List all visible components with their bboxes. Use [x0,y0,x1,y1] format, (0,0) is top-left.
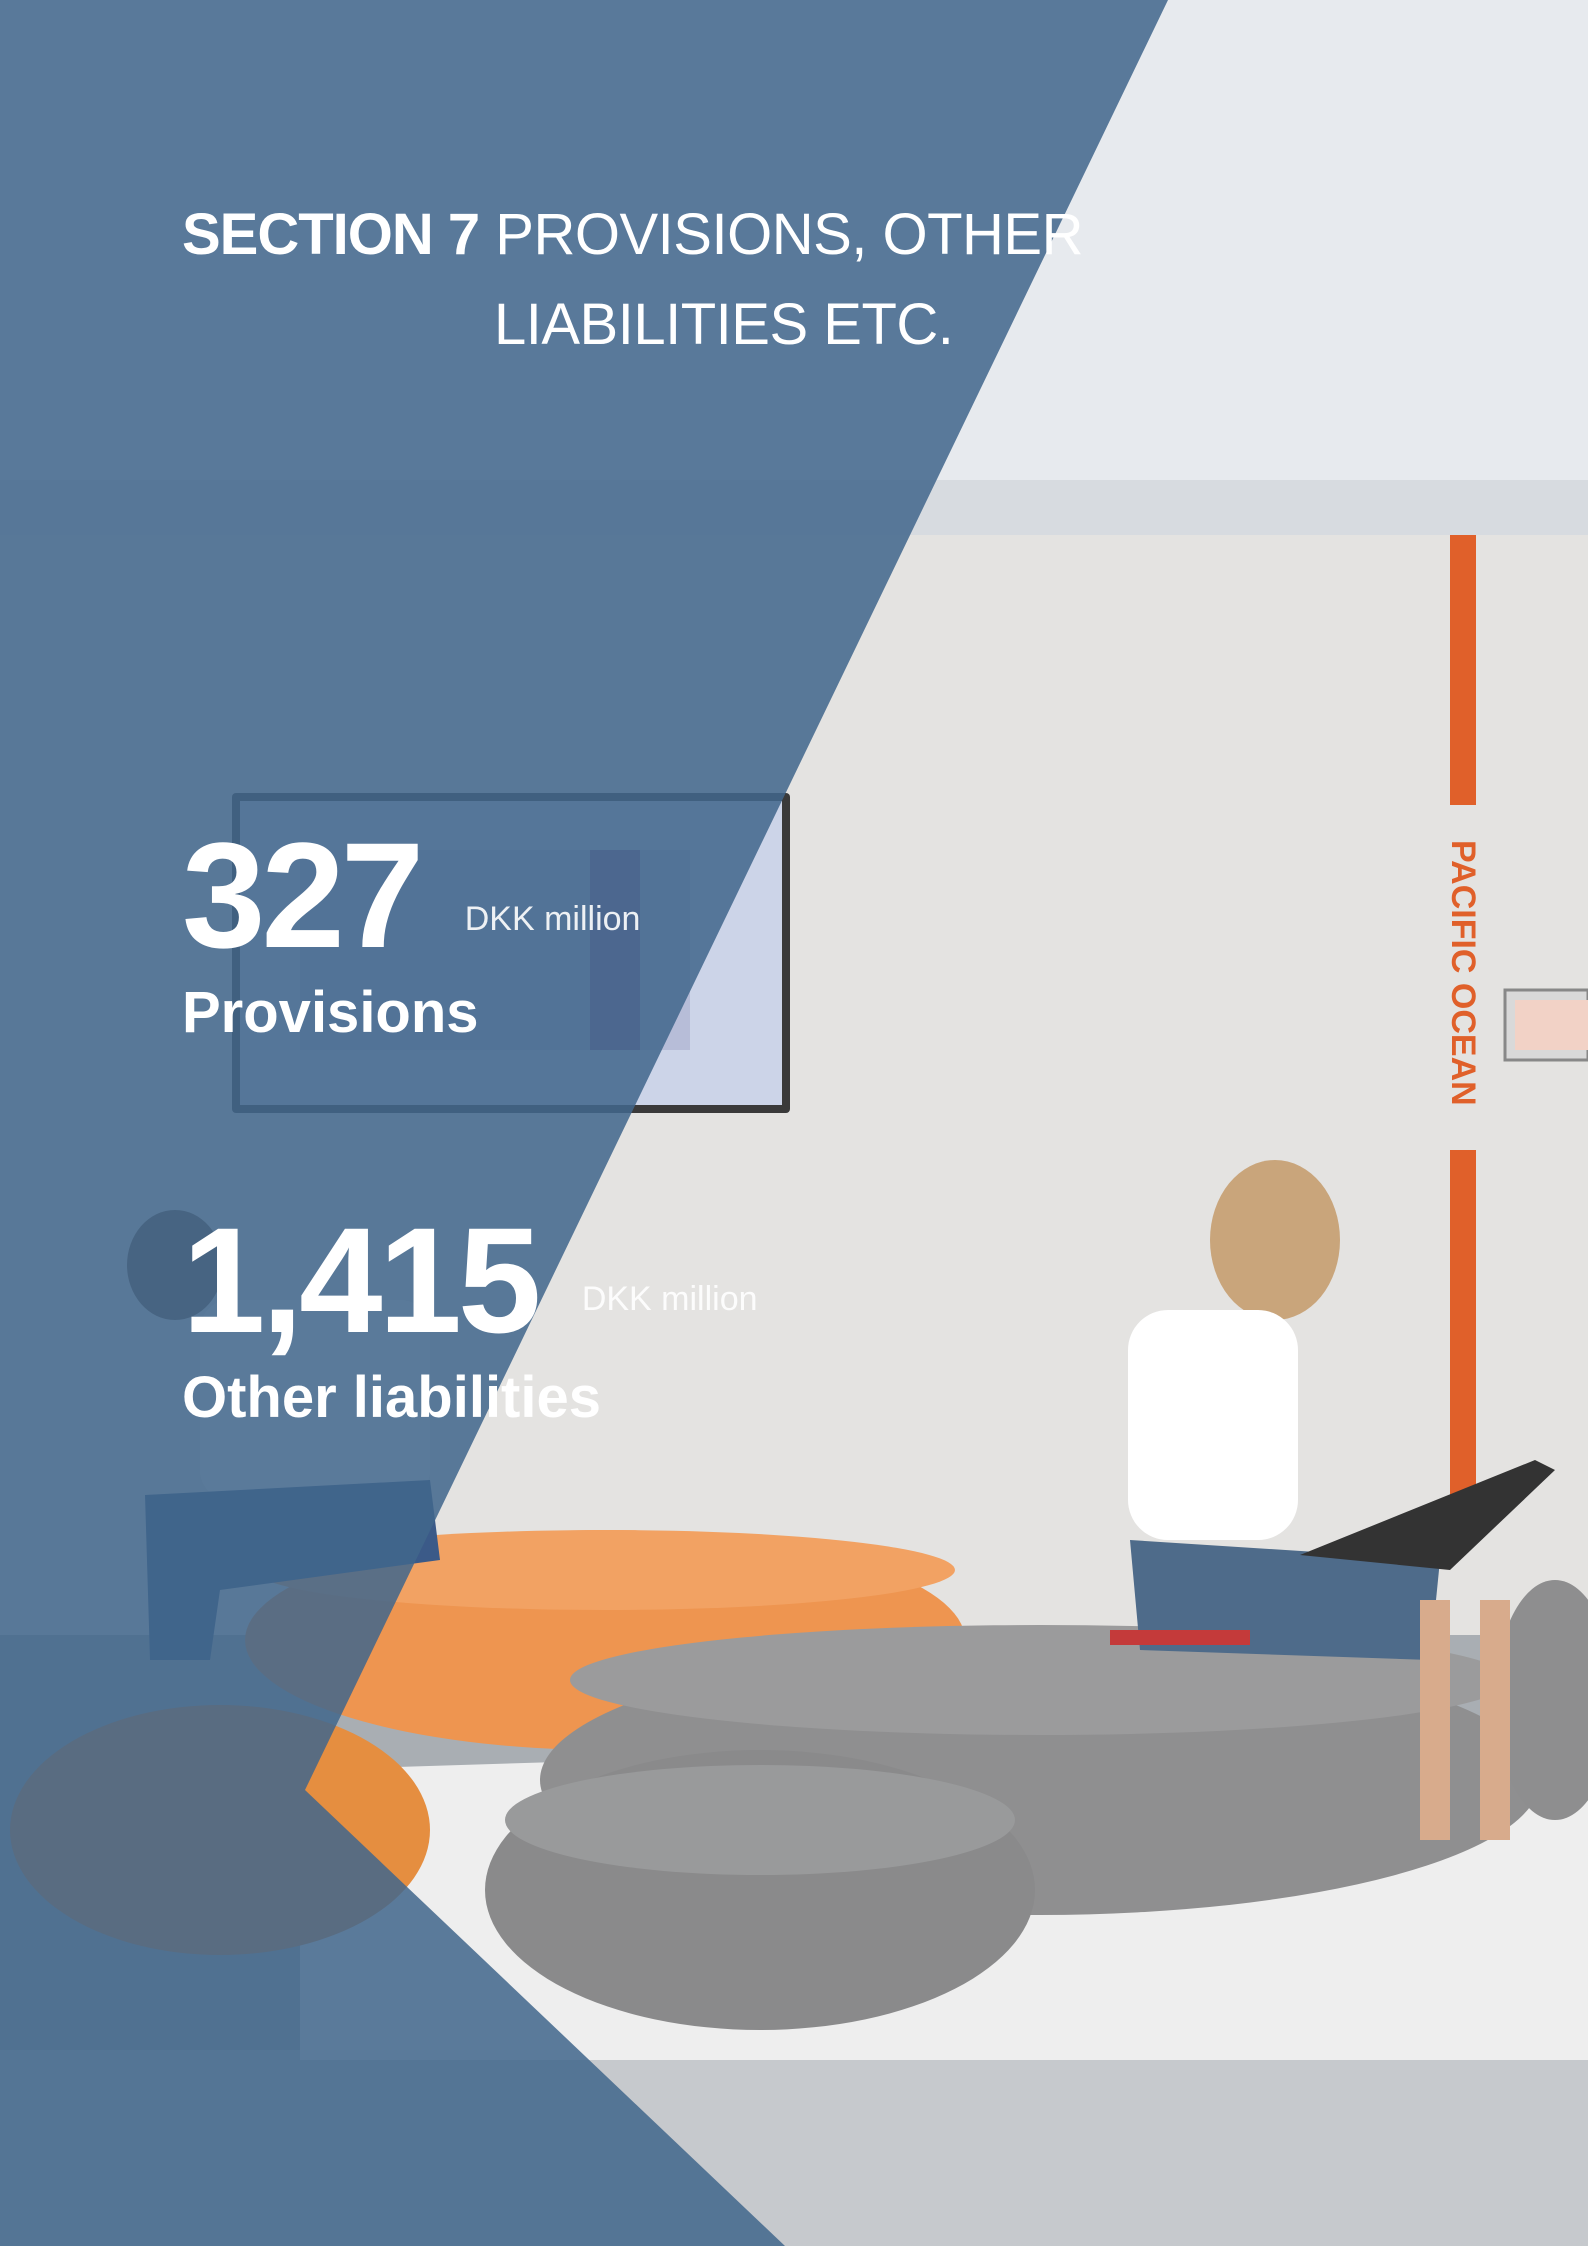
orange-stripe-top [1450,535,1476,805]
kpi-unit: DKK million [464,900,641,938]
kpi-provisions: 327 DKK million Provisions [182,820,640,1048]
kpi-label: Other liabilities [182,1365,601,1430]
kpi-value: 1,415 [182,1196,541,1364]
kpi-label: Provisions [182,980,479,1045]
wall-sign-text: PACIFIC OCEAN [1444,840,1482,1106]
kpi-unit: DKK million [581,1280,758,1318]
kpi-other-liabilities: 1,415 DKK million Other liabilities [182,1205,758,1433]
orange-stripe-bottom [1450,1150,1476,1530]
kpi-value: 327 [182,811,424,979]
section-title-line2: LIABILITIES ETC. [494,292,954,357]
section-number: SECTION 7 [182,202,480,267]
section-title-line1: PROVISIONS, OTHER [495,202,1083,267]
section-divider-page: PACIFIC OCEAN SECTION 7 PROVISIONS, OTHE… [0,0,1588,2246]
section-title: SECTION 7 PROVISIONS, OTHER LIABILITIES … [182,190,1083,370]
